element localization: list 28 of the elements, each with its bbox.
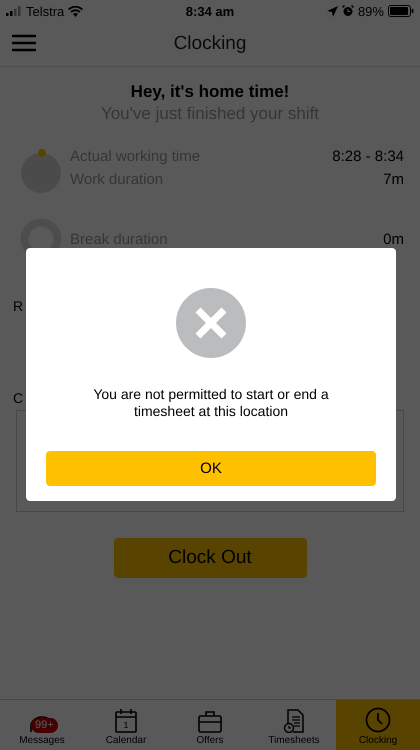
battery-percent: 89% bbox=[358, 4, 384, 18]
status-time: 8:34 am bbox=[186, 4, 234, 18]
menu-button[interactable] bbox=[12, 34, 36, 52]
briefcase-icon bbox=[198, 711, 222, 733]
ok-button[interactable]: OK bbox=[46, 451, 376, 486]
wifi-icon bbox=[68, 6, 84, 16]
clock-out-button[interactable]: Clock Out bbox=[114, 538, 306, 578]
row-value: 0m bbox=[383, 230, 404, 248]
dialog-message: You are not permitted to start or end a timesheet at this location bbox=[92, 386, 330, 420]
signal-icon bbox=[6, 6, 22, 16]
clock-icon bbox=[365, 707, 391, 733]
tab-bar-item[interactable]: Clocking bbox=[336, 700, 420, 750]
heading: Hey, it's home time! bbox=[130, 82, 290, 102]
field-label: R bbox=[13, 298, 24, 314]
alarm-clock-icon bbox=[342, 5, 354, 17]
carrier-name: Telstra bbox=[26, 4, 64, 18]
screen-title: Clocking bbox=[174, 33, 246, 55]
battery-icon bbox=[388, 5, 414, 17]
location-arrow-icon bbox=[326, 6, 338, 16]
progress-ring-icon bbox=[20, 148, 62, 194]
row-value: 7m bbox=[383, 171, 404, 188]
unread-badge: 99+ bbox=[31, 718, 58, 733]
calendar-icon bbox=[115, 709, 137, 733]
calendar-day: 1 bbox=[115, 720, 137, 730]
row-value: 8:28 - 8:34 bbox=[332, 148, 404, 165]
timesheet-icon bbox=[283, 709, 305, 733]
field-label: C bbox=[13, 390, 24, 406]
error-icon bbox=[176, 288, 246, 358]
